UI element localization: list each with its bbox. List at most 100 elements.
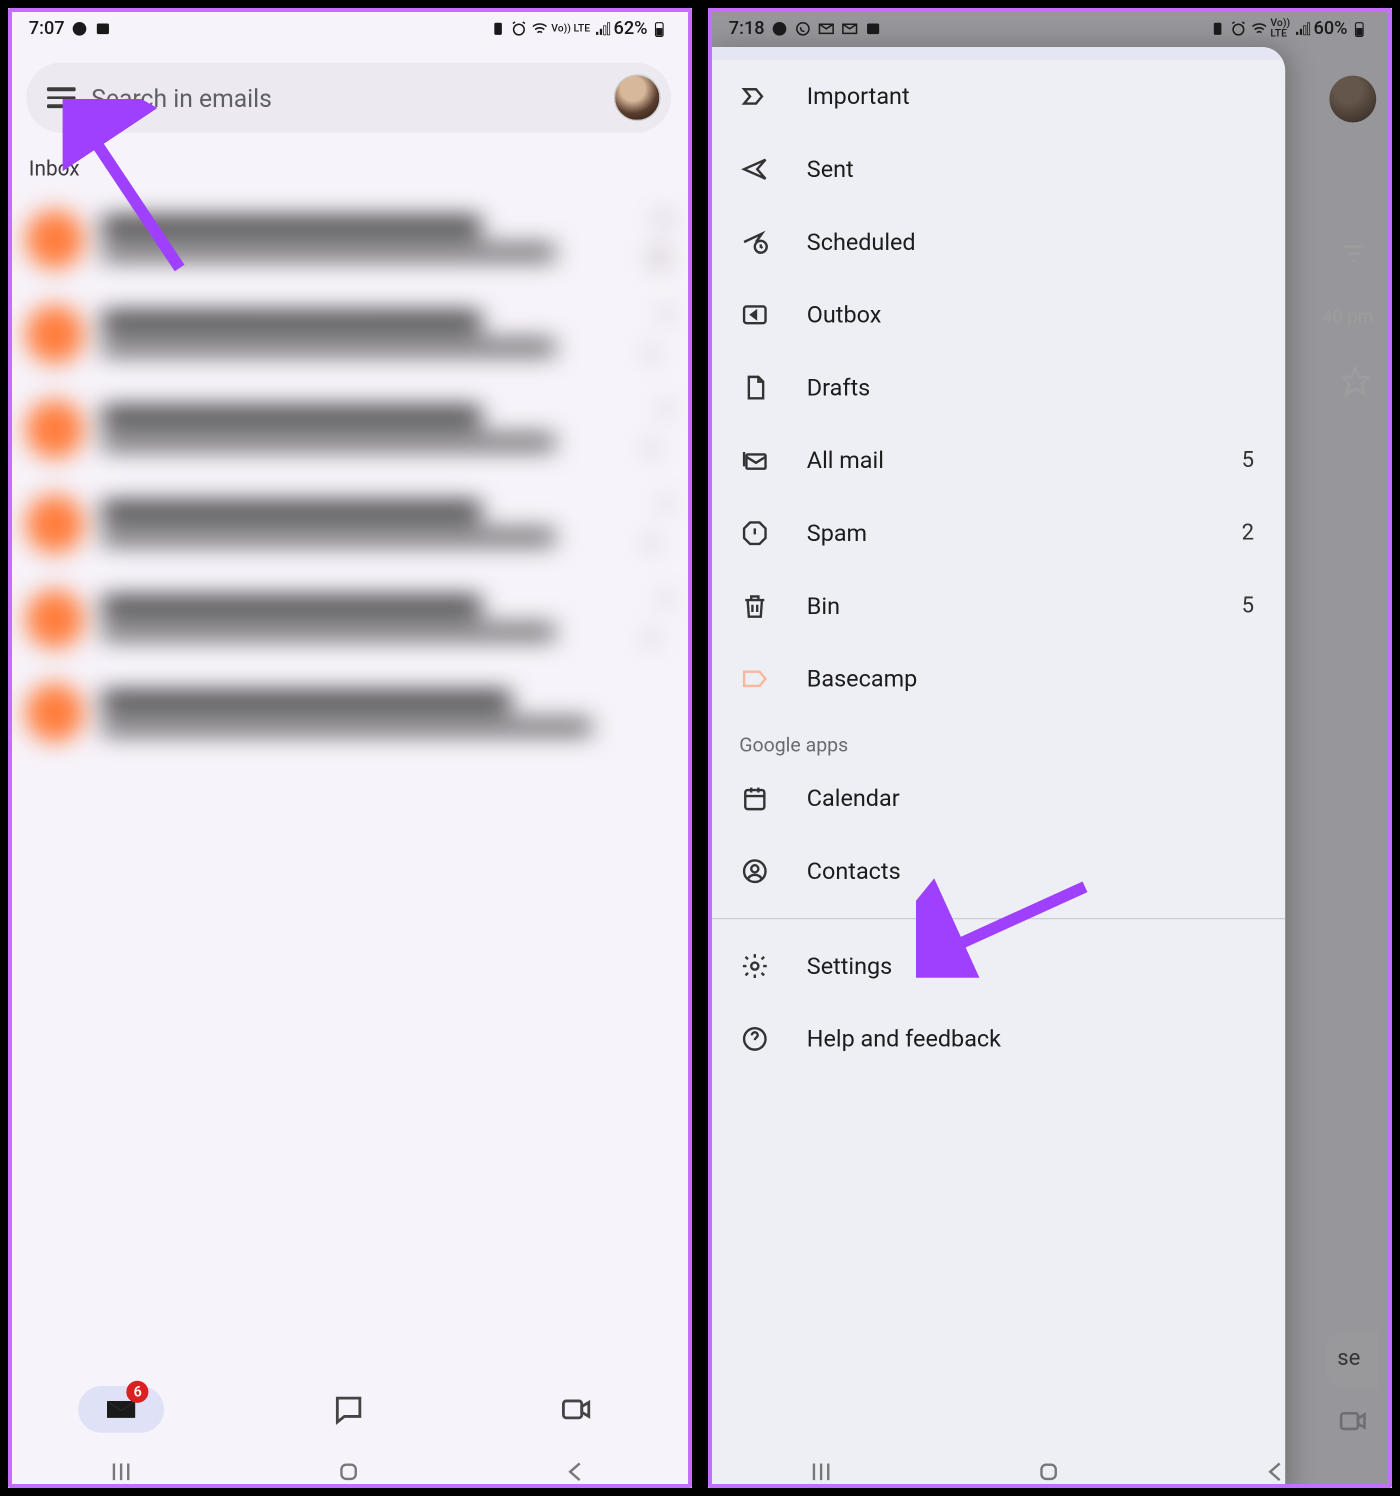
status-bar: 7:18 Vo))LTE 60% [708,8,1389,47]
email-row[interactable] [18,666,678,760]
gear-icon [739,950,770,981]
search-input[interactable]: Search in emails [91,83,598,113]
wifi-icon [530,20,548,38]
status-time: 7:07 [29,18,65,39]
chat-bubble-icon [770,20,788,38]
help-icon [739,1023,770,1054]
drawer-item-label: Calendar [807,785,900,812]
drafts-icon [739,372,770,403]
label-icon [739,663,770,694]
drawer-item-label: Drafts [807,374,870,401]
gmail-icon [840,20,858,38]
video-icon [559,1393,593,1427]
drawer-item-label: Sent [807,156,854,183]
status-time: 7:18 [729,18,765,39]
drawer-item-basecamp[interactable]: Basecamp [708,642,1285,715]
drawer-divider [708,918,1285,919]
phone-right-drawer: 7:18 Vo))LTE 60% 40 pm se [700,0,1400,1496]
drawer-item-label: Contacts [807,858,901,885]
allmail-icon [739,445,770,476]
account-avatar[interactable] [614,74,661,121]
drawer-item-count: 2 [1242,520,1254,546]
image-icon [93,20,111,38]
battery-saver-icon [1208,20,1226,38]
back-icon[interactable] [561,1458,590,1487]
drawer-item-label: Bin [807,592,840,619]
bg-email-time: 40 pm [1322,307,1373,328]
drawer-section-header: Google apps [708,715,1285,762]
system-nav [8,1447,689,1496]
email-row[interactable]: n▸ [18,381,678,476]
drawer-item-sent[interactable]: Sent [708,133,1285,206]
filter-icon [1340,239,1369,268]
status-battery: 62% [613,18,647,39]
email-list: m n▸ n▸ n▸ n▸ [8,191,689,759]
nav-meet-button[interactable] [533,1386,619,1433]
star-icon[interactable] [648,245,671,268]
recents-icon[interactable] [807,1458,836,1487]
inbox-section-label: Inbox [29,156,689,181]
background-peek: 40 pm se [1311,8,1389,1496]
outbox-icon [739,299,770,330]
email-row[interactable]: n▸ [18,476,678,571]
home-icon[interactable] [334,1458,363,1487]
home-icon[interactable] [1034,1458,1063,1487]
phone-left-inbox: 7:07 Vo)) LTE 62% Search in emails Inbox… [0,0,700,1496]
sent-icon [739,154,770,185]
drawer-item-label: Scheduled [807,228,916,255]
volte-icon: Vo)) LTE [551,24,590,34]
gmail-icon [817,20,835,38]
compose-fab-peek: se [1327,1330,1379,1390]
drawer-item-allmail[interactable]: All mail 5 [708,424,1285,497]
star-icon [1340,366,1371,397]
contacts-icon [739,856,770,887]
calendar-icon [739,783,770,814]
email-row[interactable]: m [18,191,678,286]
video-icon [1337,1406,1368,1437]
drawer-item-settings[interactable]: Settings [708,930,1285,1003]
chat-bubble-icon [70,20,88,38]
drawer-item-count: 5 [1242,447,1254,473]
battery-saver-icon [489,20,507,38]
hamburger-menu-icon[interactable] [47,88,76,108]
drawer-item-label: Settings [807,952,892,979]
drawer-item-important[interactable]: Important [708,60,1285,133]
nav-chat-button[interactable] [306,1386,392,1433]
drawer-item-drafts[interactable]: Drafts [708,351,1285,424]
drawer-item-label: Help and feedback [807,1025,1001,1052]
back-icon[interactable] [1261,1458,1290,1487]
signal-icon [593,20,611,38]
system-nav [708,1447,1389,1496]
drawer-item-bin[interactable]: Bin 5 [708,570,1285,643]
drawer-item-label: Basecamp [807,665,917,692]
email-row[interactable]: n▸ [18,286,678,381]
image-icon [863,20,881,38]
status-bar: 7:07 Vo)) LTE 62% [8,8,689,47]
drawer-item-label: Spam [807,520,867,547]
battery-icon [650,20,668,38]
mail-badge: 6 [127,1381,149,1403]
bin-icon [739,590,770,621]
wifi-icon [1250,20,1268,38]
search-bar[interactable]: Search in emails [26,63,671,133]
drawer-item-label: Outbox [807,301,882,328]
drawer-item-scheduled[interactable]: Scheduled [708,206,1285,279]
nav-mail-button[interactable]: 6 [79,1386,165,1433]
signal-icon [1293,20,1311,38]
alarm-icon [1229,20,1247,38]
bottom-nav: 6 [8,1372,689,1447]
drawer-item-outbox[interactable]: Outbox [708,278,1285,351]
email-row[interactable]: n▸ [18,571,678,666]
status-battery: 60% [1313,18,1347,39]
drawer-item-calendar[interactable]: Calendar [708,762,1285,835]
drawer-item-spam[interactable]: Spam 2 [708,497,1285,570]
recents-icon[interactable] [107,1458,136,1487]
scheduled-icon [739,226,770,257]
drawer-item-help[interactable]: Help and feedback [708,1002,1285,1075]
drawer-item-contacts[interactable]: Contacts [708,835,1285,908]
drawer-item-count: 5 [1242,593,1254,619]
drawer-item-label: All mail [807,447,884,474]
chat-icon [332,1393,366,1427]
volte-icon: Vo))LTE [1270,18,1290,39]
sender-avatar [26,210,83,267]
